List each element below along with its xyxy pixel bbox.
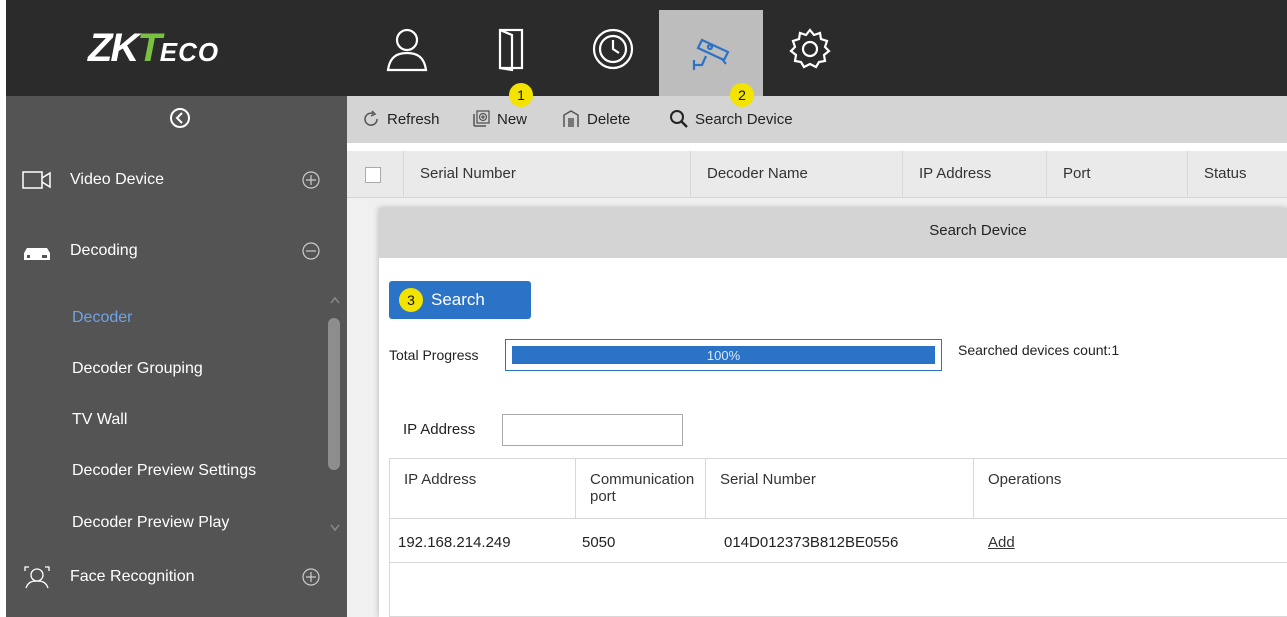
sidebar-section-label: Decoding — [70, 242, 138, 259]
search-device-button[interactable]: Search Device — [669, 109, 793, 129]
sidebar-item-decoder[interactable]: Decoder — [72, 309, 132, 327]
collapse-sidebar-icon[interactable] — [169, 107, 191, 129]
expand-plus-icon[interactable] — [301, 170, 321, 190]
search-icon — [670, 110, 688, 128]
search-button[interactable]: 3 Search — [389, 281, 531, 319]
face-recognition-icon — [24, 566, 50, 589]
sidebar-item-decoder-preview-settings[interactable]: Decoder Preview Settings — [72, 462, 256, 480]
column-header[interactable]: Status — [1187, 151, 1287, 198]
sidebar-item-decoder-preview-play[interactable]: Decoder Preview Play — [72, 514, 229, 532]
collapse-minus-icon[interactable] — [301, 241, 321, 261]
new-button[interactable]: New — [471, 109, 527, 129]
expand-plus-icon[interactable] — [301, 567, 321, 587]
sidebar-item-decoder-grouping[interactable]: Decoder Grouping — [72, 360, 203, 378]
sidebar-section-face-recognition[interactable]: Face Recognition — [6, 552, 347, 602]
progress-text: 100% — [706, 348, 741, 363]
decoder-icon — [24, 248, 50, 260]
step-badge-2: 2 — [730, 83, 754, 107]
sidebar: Video Device Decoding Decoder Decoder Gr… — [6, 96, 347, 617]
delete-button[interactable]: Delete — [561, 109, 630, 129]
delete-icon — [563, 110, 579, 127]
row-ip: 192.168.214.249 — [398, 534, 511, 551]
step-badge-1: 1 — [509, 83, 533, 107]
step-badge-3: 3 — [399, 288, 423, 312]
column-header: Serial Number — [706, 459, 974, 519]
scroll-up-icon[interactable] — [330, 296, 340, 304]
sidebar-section-label: Face Recognition — [70, 568, 195, 585]
scroll-down-icon[interactable] — [330, 524, 340, 532]
column-header[interactable]: Port — [1046, 151, 1187, 198]
personnel-module-icon[interactable] — [378, 20, 436, 78]
column-header[interactable]: Decoder Name — [690, 151, 902, 198]
table-row: 192.168.214.249 5050 014D012373B812BE055… — [390, 519, 1287, 563]
search-device-label: Search Device — [695, 110, 793, 128]
gear-icon[interactable] — [781, 20, 839, 78]
sidebar-item-tv-wall[interactable]: TV Wall — [72, 411, 127, 429]
results-header: IP Address Communication port Serial Num… — [390, 459, 1287, 519]
column-header[interactable]: Serial Number — [403, 151, 690, 198]
search-device-dialog: Search Device 3 Search Total Progress 10… — [379, 208, 1287, 617]
sidebar-section-video-device[interactable]: Video Device — [6, 155, 347, 205]
ip-filter-label: IP Address — [403, 421, 476, 438]
new-icon — [473, 110, 490, 127]
door-module-icon[interactable] — [482, 20, 540, 78]
refresh-icon — [364, 110, 378, 126]
column-header: Operations — [988, 471, 1062, 488]
sidebar-section-decoding[interactable]: Decoding — [6, 226, 347, 276]
ip-filter-input[interactable] — [502, 414, 683, 446]
search-button-label: Search — [431, 290, 485, 309]
top-bar: ZKTECO — [6, 0, 1287, 96]
column-header[interactable]: IP Address — [902, 151, 1046, 198]
add-device-link[interactable]: Add — [988, 534, 1015, 551]
sidebar-scrollbar[interactable] — [328, 318, 340, 470]
refresh-button[interactable]: Refresh — [361, 109, 440, 129]
clock-module-icon[interactable] — [584, 20, 642, 78]
video-device-icon — [22, 171, 51, 189]
delete-label: Delete — [587, 110, 631, 128]
row-serial: 014D012373B812BE0556 — [724, 534, 899, 551]
searched-count: Searched devices count:1 — [958, 342, 1120, 358]
column-header: IP Address — [390, 459, 576, 519]
dialog-title: Search Device — [379, 208, 1287, 258]
toolbar: Refresh New Delete Search Device — [347, 96, 1287, 143]
video-module-icon[interactable] — [659, 10, 763, 96]
new-label: New — [497, 110, 528, 128]
zkteco-logo: ZKTECO — [88, 26, 220, 70]
progress-bar: 100% — [505, 339, 942, 371]
search-results-table: IP Address Communication port Serial Num… — [389, 458, 1287, 617]
column-header: Communication port — [576, 459, 706, 519]
sidebar-section-label: Video Device — [70, 171, 164, 188]
select-all-checkbox[interactable] — [365, 167, 381, 183]
decoder-grid-header: Serial Number Decoder Name IP Address Po… — [347, 151, 1287, 198]
refresh-label: Refresh — [387, 110, 440, 128]
row-port: 5050 — [582, 534, 616, 551]
progress-label: Total Progress — [389, 347, 479, 363]
